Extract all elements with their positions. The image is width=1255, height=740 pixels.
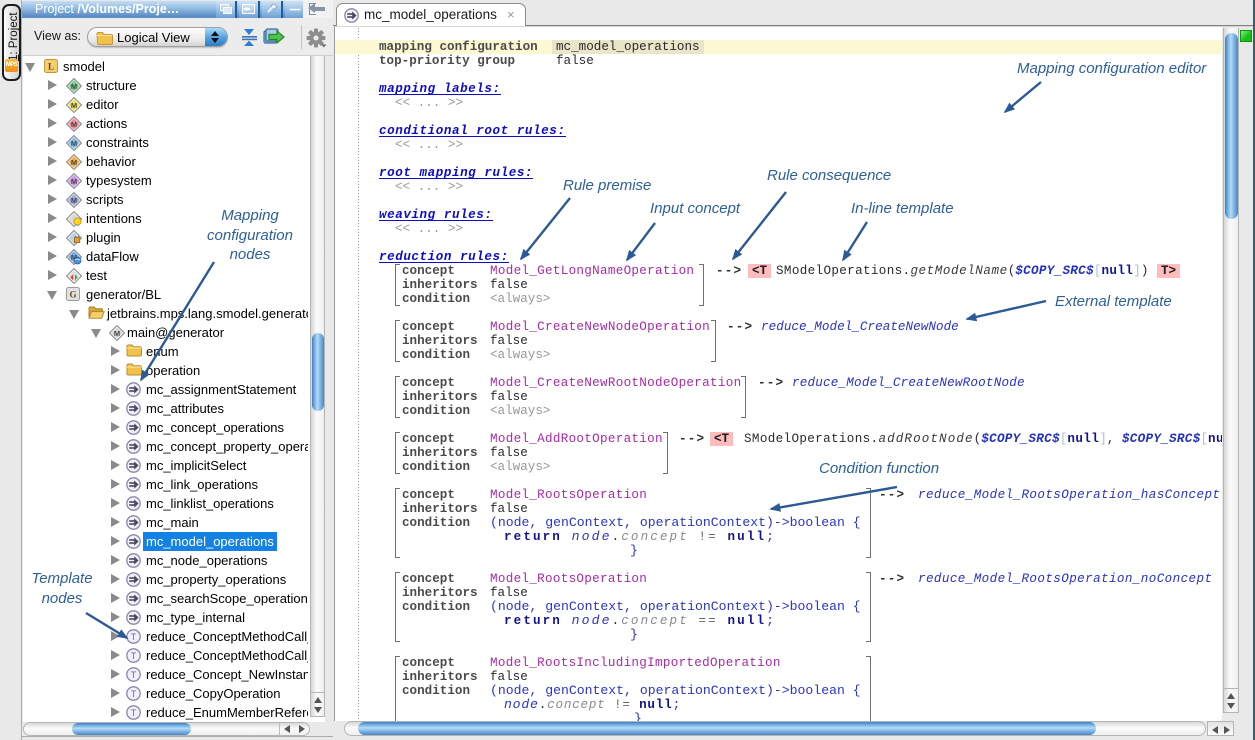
svg-text:T: T xyxy=(131,632,137,642)
svg-text:M: M xyxy=(71,158,77,167)
svg-text:M: M xyxy=(114,329,120,338)
svg-text:T: T xyxy=(131,651,137,661)
svg-text:M: M xyxy=(71,82,77,91)
svg-text:G: G xyxy=(69,290,76,300)
svg-text:T: T xyxy=(131,670,137,680)
svg-text:M: M xyxy=(71,177,77,186)
svg-text:T: T xyxy=(131,689,137,699)
svg-text:M: M xyxy=(71,139,77,148)
svg-text:M: M xyxy=(71,196,77,205)
svg-text:M: M xyxy=(71,101,77,110)
svg-text:T: T xyxy=(131,708,137,718)
svg-text:M: M xyxy=(71,120,77,129)
svg-text:L: L xyxy=(48,62,54,72)
